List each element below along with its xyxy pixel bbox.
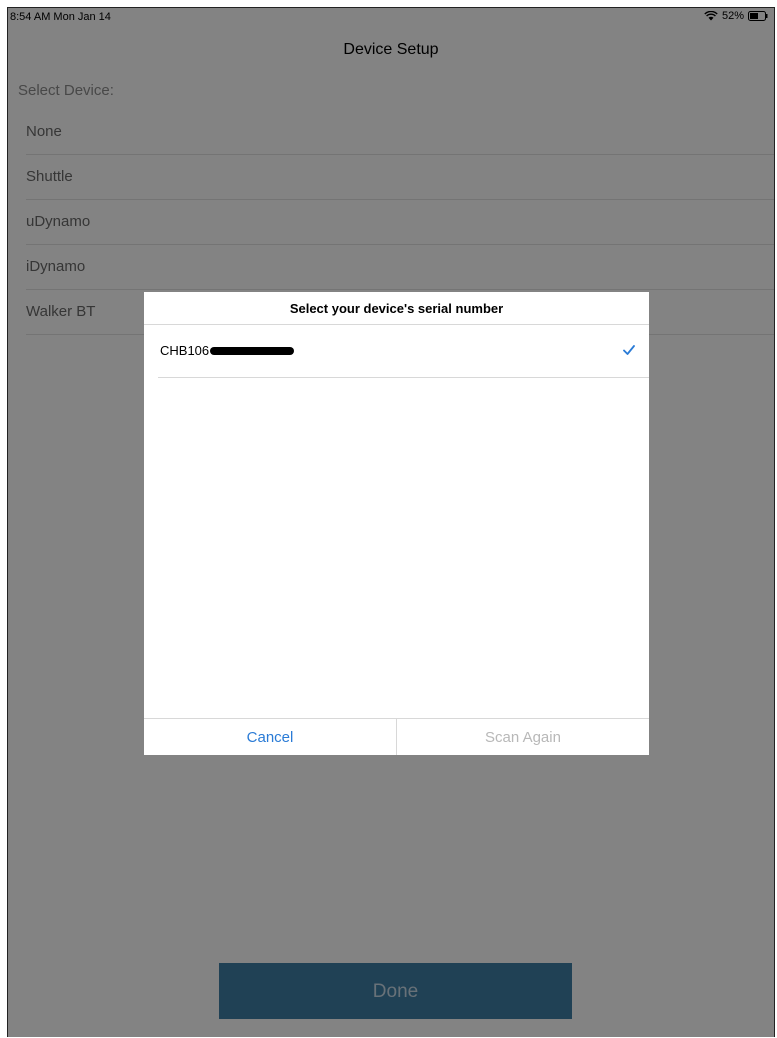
- redacted-serial-mark: [210, 346, 295, 355]
- serial-number-dialog: Select your device's serial number CHB10…: [144, 292, 649, 755]
- serial-number-text: CHB106: [160, 343, 210, 358]
- cancel-button[interactable]: Cancel: [144, 719, 397, 755]
- dialog-footer: Cancel Scan Again: [144, 718, 649, 755]
- scan-again-button[interactable]: Scan Again: [397, 719, 649, 755]
- serial-number-row[interactable]: CHB106: [158, 325, 649, 378]
- serial-number-list: CHB106: [158, 325, 649, 378]
- checkmark-icon: [623, 345, 635, 355]
- dialog-title: Select your device's serial number: [144, 292, 649, 325]
- device-setup-screen: 8:54 AM Mon Jan 14 52% Device Setup Sele…: [7, 7, 775, 1037]
